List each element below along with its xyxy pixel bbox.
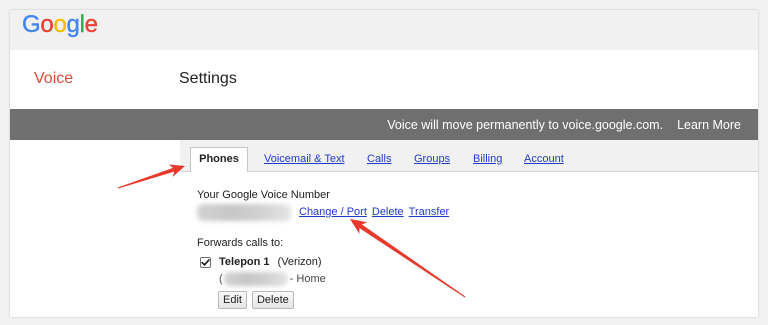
forward-checkbox[interactable] bbox=[200, 257, 211, 268]
edit-phone-button[interactable]: Edit bbox=[218, 291, 247, 309]
tab-account[interactable]: Account bbox=[524, 152, 564, 167]
logo-letter: e bbox=[84, 11, 98, 38]
page-title: Settings bbox=[179, 70, 237, 87]
forwards-heading: Forwards calls to: bbox=[197, 237, 284, 249]
logo-letter: g bbox=[66, 11, 80, 38]
top-bar: Google bbox=[10, 10, 758, 50]
transfer-link[interactable]: Transfer bbox=[409, 205, 450, 219]
tab-voicemail-text[interactable]: Voicemail & Text bbox=[264, 152, 345, 167]
google-logo[interactable]: Google bbox=[22, 10, 98, 40]
migration-banner: Voice will move permanently to voice.goo… bbox=[10, 109, 758, 140]
tab-calls[interactable]: Calls bbox=[367, 152, 391, 167]
tab-phones[interactable]: Phones bbox=[190, 147, 248, 172]
checkmark-icon bbox=[201, 259, 210, 266]
page-card: Google Voice Settings Voice will move pe… bbox=[10, 10, 758, 317]
delete-number-link[interactable]: Delete bbox=[372, 205, 404, 219]
change-port-link[interactable]: Change / Port bbox=[299, 205, 367, 219]
learn-more-link[interactable]: Learn More bbox=[677, 117, 741, 133]
redacted-forwarding-number bbox=[223, 272, 288, 286]
voice-number-heading: Your Google Voice Number bbox=[197, 189, 330, 201]
forwarding-phone-carrier: (Verizon) bbox=[277, 256, 322, 268]
product-name-voice[interactable]: Voice bbox=[34, 69, 73, 89]
forwarding-phone-row: Telepon 1 (Verizon) bbox=[219, 255, 322, 269]
forwarding-phone-buttons: Edit Delete bbox=[218, 291, 294, 309]
logo-letter: o bbox=[40, 11, 54, 38]
logo-letter: o bbox=[53, 11, 67, 38]
number-prefix: ( bbox=[219, 273, 223, 285]
tab-billing[interactable]: Billing bbox=[473, 152, 502, 167]
redacted-voice-number bbox=[197, 204, 291, 221]
logo-letter: G bbox=[22, 11, 41, 38]
forwarding-phone-name: Telepon 1 bbox=[219, 256, 270, 268]
banner-message: Voice will move permanently to voice.goo… bbox=[387, 117, 664, 132]
forwarding-phone-number: ( - Home bbox=[219, 272, 326, 286]
settings-tabs: Phones Voicemail & Text Calls Groups Bil… bbox=[180, 140, 758, 172]
delete-phone-button[interactable]: Delete bbox=[251, 291, 294, 309]
voice-number-actions: Change / Port Delete Transfer bbox=[299, 205, 449, 219]
number-type: - Home bbox=[289, 273, 326, 285]
tab-groups[interactable]: Groups bbox=[414, 152, 450, 167]
